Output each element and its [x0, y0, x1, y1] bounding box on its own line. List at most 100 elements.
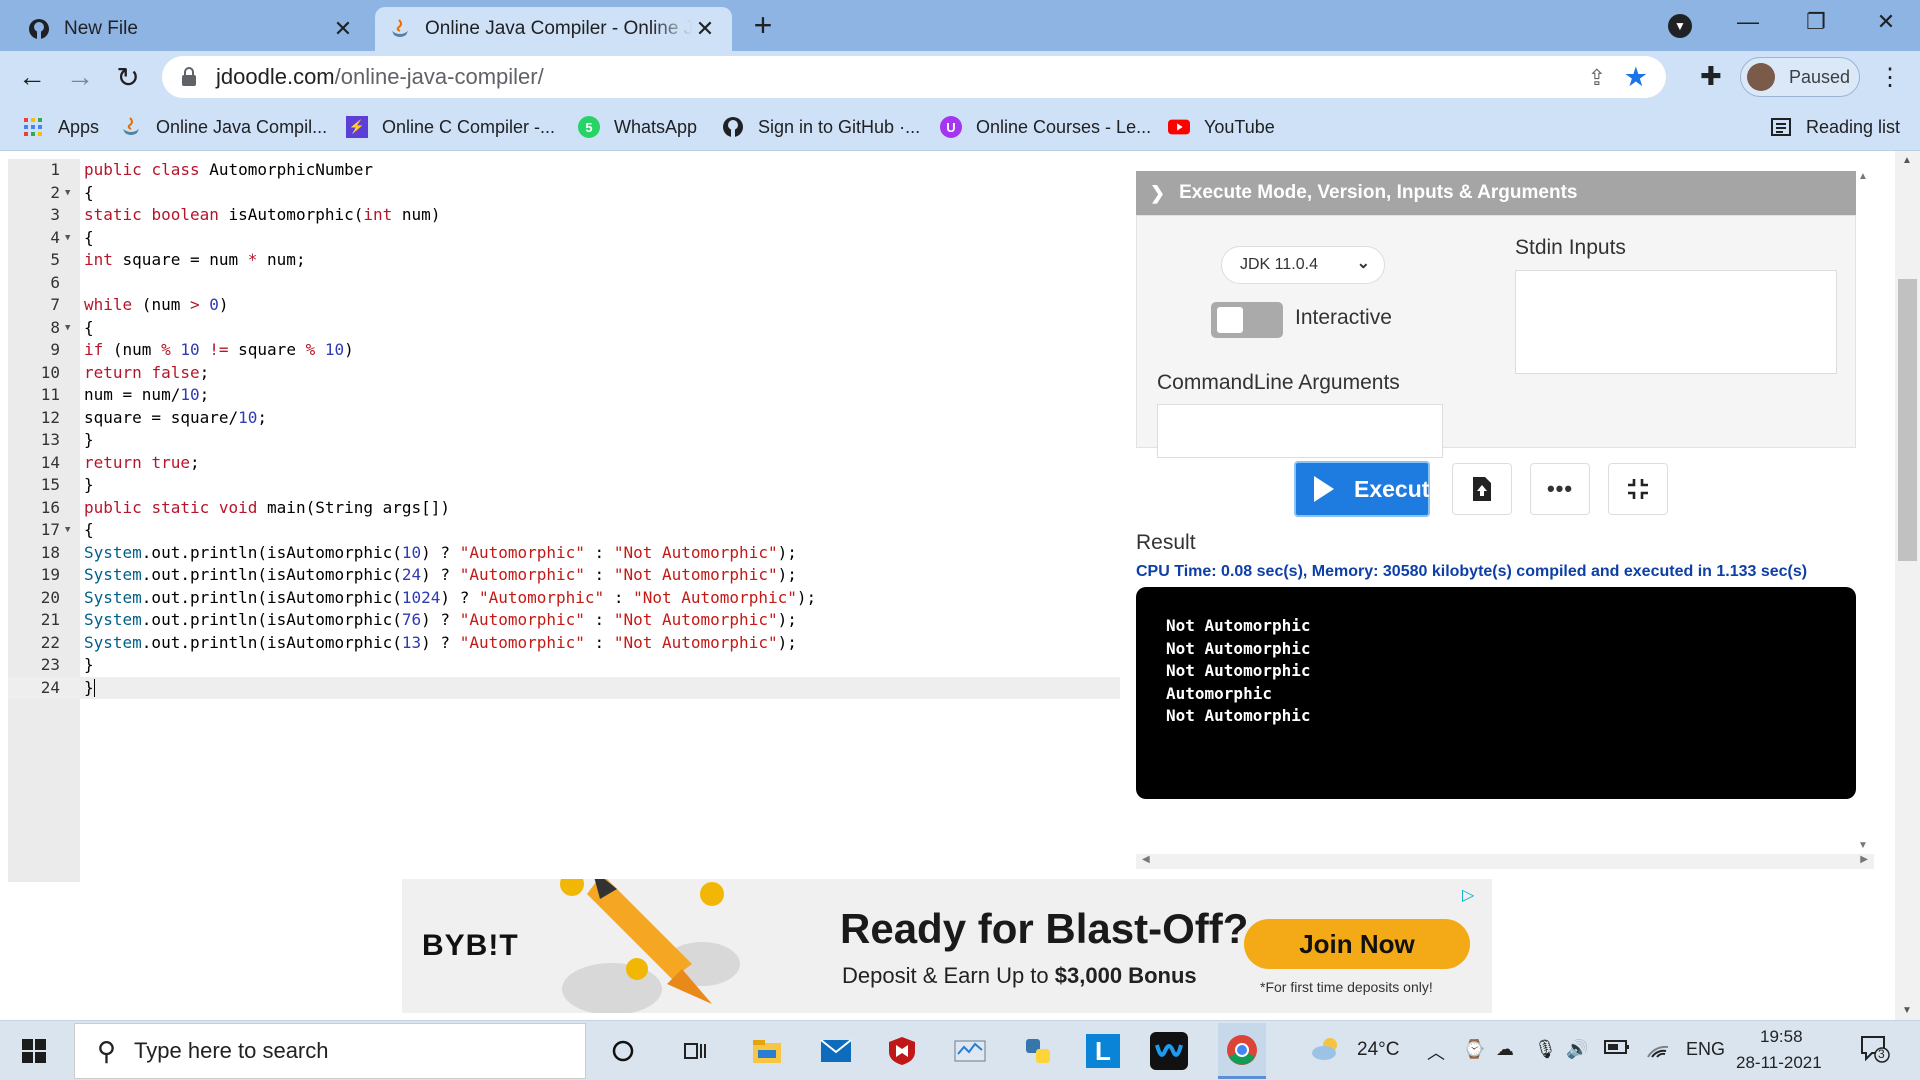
fold-toggle-icon[interactable]: ▼ [65, 317, 70, 340]
mcafee-icon[interactable] [882, 1031, 922, 1071]
code-line[interactable]: 3 static boolean isAutomorphic(int num) [8, 204, 1120, 227]
temperature-label[interactable]: 24°C [1357, 1039, 1399, 1061]
scrollbar-thumb[interactable] [1898, 279, 1917, 561]
wifi-icon[interactable] [1646, 1039, 1670, 1064]
reading-list-button[interactable]: Reading list [1770, 111, 1900, 143]
windows-start-icon[interactable] [22, 1039, 46, 1063]
bookmark-online-c-compiler[interactable]: ⚡ Online C Compiler -... [346, 111, 555, 143]
execute-button[interactable]: Execute [1294, 461, 1442, 517]
fold-toggle-icon[interactable]: ▼ [65, 227, 70, 250]
code-line[interactable]: 1 public class AutomorphicNumber [8, 159, 1120, 182]
code-line[interactable]: 8 ▼ { [8, 317, 1120, 340]
code-line[interactable]: 6 [8, 272, 1120, 295]
code-line[interactable]: 19 System.out.println(isAutomorphic(24) ?… [8, 564, 1120, 587]
fold-toggle-icon[interactable]: ▼ [65, 182, 70, 205]
code-line[interactable]: 16 public static void main(String args[]) [8, 497, 1120, 520]
speaker-icon[interactable]: 🔊 [1566, 1039, 1588, 1060]
page-vertical-scrollbar[interactable]: ▲ ▼ [1895, 151, 1920, 1020]
reload-icon[interactable]: ↻ [110, 59, 146, 95]
code-line[interactable]: 17 ▼ { [8, 519, 1120, 542]
code-line[interactable]: 4 ▼ { [8, 227, 1120, 250]
bookmark-youtube[interactable]: YouTube [1168, 111, 1275, 143]
clock-date[interactable]: 28-11-2021 [1736, 1053, 1822, 1073]
code-line[interactable]: 22 System.out.println(isAutomorphic(13) ?… [8, 632, 1120, 655]
horizontal-scrollbar[interactable]: ◀ ▶ [1136, 854, 1874, 869]
scroll-right-icon[interactable]: ▶ [1860, 854, 1868, 865]
language-indicator[interactable]: ENG [1686, 1039, 1725, 1060]
stdin-input[interactable] [1515, 270, 1837, 374]
system-monitor-icon[interactable] [950, 1031, 990, 1071]
upload-file-button[interactable] [1452, 463, 1512, 515]
code-line[interactable]: 15} [8, 474, 1120, 497]
lock-icon[interactable] [182, 67, 196, 87]
minimize-icon[interactable]: — [1728, 6, 1768, 38]
join-now-button[interactable]: Join Now [1244, 919, 1470, 969]
scroll-down-icon[interactable]: ▼ [1858, 840, 1868, 851]
l-app-icon[interactable]: L [1086, 1034, 1120, 1068]
back-icon[interactable]: ← [14, 59, 50, 95]
code-line[interactable]: 11 num = num/10; [8, 384, 1120, 407]
bookmark-apps[interactable]: Apps [22, 111, 99, 143]
adchoices-icon[interactable]: ▷ [1462, 885, 1474, 905]
url-text[interactable]: jdoodle.com/online-java-compiler/ [216, 64, 544, 90]
profile-button[interactable]: Paused [1740, 57, 1860, 97]
code-line[interactable]: 23} [8, 654, 1120, 677]
code-line[interactable]: 10 return false; [8, 362, 1120, 385]
close-window-icon[interactable]: ✕ [1866, 6, 1906, 38]
bookmark-github[interactable]: Sign in to GitHub ·... [722, 111, 920, 143]
code-line[interactable]: 13} [8, 429, 1120, 452]
tab-online-java-compiler[interactable]: Online Java Compiler - Online Java Edito… [375, 7, 732, 51]
code-line[interactable]: 9 if (num % 10 != square % 10) [8, 339, 1120, 362]
close-tab-icon[interactable]: ✕ [692, 16, 718, 42]
fold-toggle-icon[interactable]: ▼ [65, 519, 70, 542]
chrome-icon[interactable] [1218, 1023, 1266, 1079]
clock-time[interactable]: 19:58 [1760, 1027, 1803, 1047]
more-menu-icon[interactable]: ⋮ [1878, 63, 1902, 92]
onedrive-cloud-icon[interactable]: ☁ [1496, 1039, 1514, 1060]
code-line[interactable]: 7 while (num > 0) [8, 294, 1120, 317]
scroll-up-icon[interactable]: ▲ [1902, 155, 1912, 166]
interactive-toggle[interactable] [1211, 302, 1283, 338]
execute-mode-header[interactable]: ❯ Execute Mode, Version, Inputs & Argume… [1136, 171, 1856, 215]
webex-icon[interactable] [1150, 1032, 1188, 1070]
scroll-left-icon[interactable]: ◀ [1142, 854, 1150, 865]
code-editor[interactable]: 1 public class AutomorphicNumber 2 ▼{3 stati… [8, 159, 1120, 882]
meet-now-icon[interactable]: ⌚ [1463, 1039, 1485, 1060]
weather-icon[interactable] [1310, 1035, 1344, 1066]
tab-search-icon[interactable]: ▼ [1668, 14, 1692, 38]
bookmark-online-java-compiler[interactable]: Online Java Compil... [120, 111, 327, 143]
code-line[interactable]: 18 System.out.println(isAutomorphic(10) ?… [8, 542, 1120, 565]
cortana-icon[interactable] [603, 1031, 643, 1071]
tab-new-file[interactable]: New File ✕ [14, 7, 370, 51]
code-line[interactable]: 20 System.out.println(isAutomorphic(1024)… [8, 587, 1120, 610]
jdk-version-select[interactable]: JDK 11.0.4 ⌄ [1221, 246, 1385, 284]
chevron-up-icon[interactable]: ︿ [1427, 1039, 1445, 1065]
code-line[interactable]: 2 ▼ { [8, 182, 1120, 205]
share-icon[interactable]: ⇪ [1588, 65, 1606, 91]
new-tab-button[interactable]: + [748, 9, 778, 41]
notification-icon[interactable]: 3 [1860, 1035, 1890, 1068]
microphone-icon[interactable]: 🎙 [1534, 1039, 1557, 1060]
code-line[interactable]: 14 return true; [8, 452, 1120, 475]
commandline-args-input[interactable] [1157, 404, 1443, 458]
bookmark-star-icon[interactable]: ★ [1624, 62, 1648, 93]
bookmark-whatsapp[interactable]: 5 WhatsApp [578, 111, 697, 143]
task-view-icon[interactable] [675, 1031, 715, 1071]
scroll-up-icon[interactable]: ▲ [1858, 171, 1868, 182]
bookmark-online-courses[interactable]: U Online Courses - Le... [940, 111, 1151, 143]
scroll-down-icon[interactable]: ▼ [1902, 1005, 1912, 1016]
forward-icon[interactable]: → [62, 59, 98, 95]
code-line[interactable]: 21 System.out.println(isAutomorphic(76) ?… [8, 609, 1120, 632]
taskbar-search-box[interactable]: ⚲ Type here to search [74, 1023, 586, 1079]
file-explorer-icon[interactable] [747, 1031, 787, 1071]
address-bar[interactable]: jdoodle.com/online-java-compiler/ ⇪ ★ [162, 56, 1666, 98]
more-options-button[interactable]: ••• [1530, 463, 1590, 515]
close-tab-icon[interactable]: ✕ [330, 16, 356, 42]
panel-vertical-scrollbar[interactable]: ▲ ▼ [1856, 171, 1872, 851]
advertisement-banner[interactable]: BYB!T Ready for Blast-Off? Deposit & Ear… [402, 879, 1492, 1013]
code-line[interactable]: 12 square = square/10; [8, 407, 1120, 430]
code-line[interactable]: 5 int square = num * num; [8, 249, 1120, 272]
code-line[interactable]: 24} [8, 676, 1120, 699]
python-icon[interactable] [1018, 1031, 1058, 1071]
battery-icon[interactable] [1604, 1039, 1630, 1060]
